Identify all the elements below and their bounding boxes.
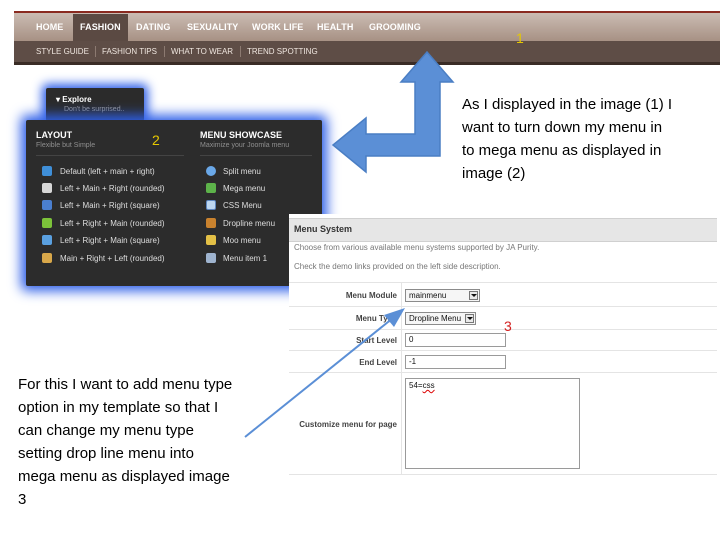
elbow-arrow bbox=[331, 50, 455, 174]
annotation-arrows bbox=[244, 50, 455, 438]
diagonal-arrow-line bbox=[244, 317, 394, 438]
diagonal-arrow-head bbox=[384, 308, 405, 327]
